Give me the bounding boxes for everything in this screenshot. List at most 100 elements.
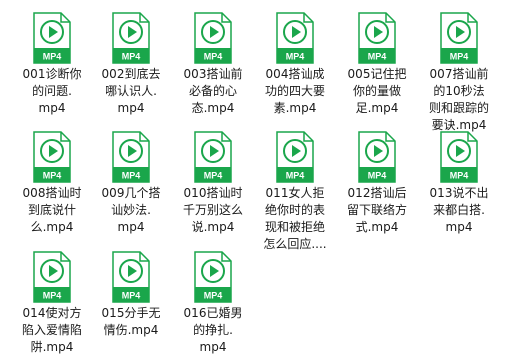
file-name-line: 说.mp4 bbox=[191, 220, 235, 234]
video-file-icon: MP4 bbox=[276, 12, 314, 64]
video-file-icon: MP4 bbox=[358, 131, 396, 183]
file-name-line: 到底说什 bbox=[27, 203, 76, 217]
file-name-line: 012搭讪后 bbox=[347, 186, 407, 200]
file-name-line: 你的量做 bbox=[352, 84, 401, 98]
mp4-badge: MP4 bbox=[368, 52, 387, 62]
file-name-line: 则和跟踪的 bbox=[428, 101, 489, 115]
file-item[interactable]: MP4 003搭讪前 必备的心态.mp4 bbox=[171, 6, 255, 122]
file-name-line: 情伤.mp4 bbox=[103, 323, 159, 337]
file-name: 008搭讪时 到底说什么.mp4 bbox=[10, 185, 94, 236]
file-name: 004搭讪成 功的四大要素.mp4 bbox=[253, 66, 337, 117]
video-file-icon: MP4 bbox=[440, 12, 478, 64]
video-file-icon: MP4 bbox=[276, 131, 314, 183]
mp4-badge: MP4 bbox=[122, 171, 141, 181]
file-item[interactable]: MP4 004搭讪成 功的四大要素.mp4 bbox=[253, 6, 337, 122]
mp4-badge: MP4 bbox=[122, 52, 141, 62]
file-name-line: 么.mp4 bbox=[30, 220, 74, 234]
file-name-line: 001诊断你 bbox=[22, 67, 82, 81]
file-name-line: 足.mp4 bbox=[355, 101, 399, 115]
file-name-line: 016已婚男 bbox=[183, 306, 243, 320]
file-name-line: 陷入爱情陷 bbox=[21, 323, 82, 337]
mp4-badge: MP4 bbox=[204, 52, 223, 62]
file-name-line: 002到底去 bbox=[101, 67, 161, 81]
mp4-badge: MP4 bbox=[204, 291, 223, 301]
file-name-line: 014使对方 bbox=[22, 306, 82, 320]
file-item[interactable]: MP4 015分手无 情伤.mp4 bbox=[89, 245, 173, 361]
file-name-line: 来都白搭. bbox=[433, 203, 485, 217]
file-item[interactable]: MP4 014使对方 陷入爱情陷阱.mp4 bbox=[10, 245, 94, 361]
file-item[interactable]: MP4 007搭讪前 的10秒法 则和跟踪的 要诀.mp4 bbox=[417, 6, 501, 132]
file-item[interactable]: MP4 002到底去 哪认识人. mp4 bbox=[89, 6, 173, 122]
file-name: 011女人拒 绝你时的表现和被拒绝怎么回应.... bbox=[253, 185, 337, 253]
file-name: 013说不出 来都白搭. mp4 bbox=[417, 185, 501, 236]
mp4-badge: MP4 bbox=[204, 171, 223, 181]
file-item[interactable]: MP4 010搭讪时 千万别这么说.mp4 bbox=[171, 125, 255, 241]
file-name-line: mp4 bbox=[117, 220, 145, 234]
file-item[interactable]: MP4 011女人拒 绝你时的表现和被拒绝怎么回应.... bbox=[253, 125, 337, 251]
video-file-icon: MP4 bbox=[194, 131, 232, 183]
file-name-line: 讪妙法. bbox=[111, 203, 151, 217]
mp4-badge: MP4 bbox=[286, 52, 305, 62]
video-file-icon: MP4 bbox=[33, 12, 71, 64]
mp4-badge: MP4 bbox=[43, 291, 62, 301]
file-item[interactable]: MP4 008搭讪时 到底说什么.mp4 bbox=[10, 125, 94, 241]
file-name-line: 的挣扎. bbox=[193, 323, 233, 337]
file-name: 015分手无 情伤.mp4 bbox=[89, 305, 173, 339]
file-name: 010搭讪时 千万别这么说.mp4 bbox=[171, 185, 255, 236]
mp4-badge: MP4 bbox=[450, 171, 469, 181]
video-file-icon: MP4 bbox=[194, 12, 232, 64]
file-name: 003搭讪前 必备的心态.mp4 bbox=[171, 66, 255, 117]
file-name-line: 素.mp4 bbox=[273, 101, 317, 115]
mp4-badge: MP4 bbox=[43, 171, 62, 181]
file-name: 001诊断你 的问题. mp4 bbox=[10, 66, 94, 117]
file-name-line: 现和被拒绝 bbox=[264, 220, 325, 234]
file-name-line: 004搭讪成 bbox=[265, 67, 325, 81]
file-name-line: mp4 bbox=[199, 340, 227, 354]
file-name-line: 留下联络方 bbox=[346, 203, 407, 217]
file-name-line: 态.mp4 bbox=[191, 101, 235, 115]
video-file-icon: MP4 bbox=[358, 12, 396, 64]
file-name-line: 式.mp4 bbox=[355, 220, 399, 234]
file-name: 012搭讪后 留下联络方式.mp4 bbox=[335, 185, 419, 236]
file-name-line: 哪认识人. bbox=[105, 84, 157, 98]
video-file-icon: MP4 bbox=[194, 251, 232, 303]
file-name: 005记住把 你的量做 足.mp4 bbox=[335, 66, 419, 117]
video-file-icon: MP4 bbox=[33, 131, 71, 183]
video-file-icon: MP4 bbox=[440, 131, 478, 183]
file-name-line: 的10秒法 bbox=[433, 84, 485, 98]
file-item[interactable]: MP4 001诊断你 的问题. mp4 bbox=[10, 6, 94, 122]
file-name: 007搭讪前 的10秒法 则和跟踪的 要诀.mp4 bbox=[417, 66, 501, 134]
file-name-line: 的问题. bbox=[32, 84, 72, 98]
file-name-line: 阱.mp4 bbox=[30, 340, 74, 354]
file-name-line: 011女人拒 bbox=[265, 186, 325, 200]
video-file-icon: MP4 bbox=[112, 12, 150, 64]
file-name-line: mp4 bbox=[117, 101, 145, 115]
file-name-line: 千万别这么 bbox=[182, 203, 243, 217]
file-item[interactable]: MP4 009几个搭 讪妙法. mp4 bbox=[89, 125, 173, 241]
file-name-line: mp4 bbox=[38, 101, 66, 115]
file-name-line: 功的四大要 bbox=[264, 84, 325, 98]
file-name: 014使对方 陷入爱情陷阱.mp4 bbox=[10, 305, 94, 356]
file-name-line: 007搭讪前 bbox=[429, 67, 489, 81]
mp4-badge: MP4 bbox=[286, 171, 305, 181]
file-name: 016已婚男 的挣扎. mp4 bbox=[171, 305, 255, 356]
file-name-line: 008搭讪时 bbox=[22, 186, 82, 200]
file-item[interactable]: MP4 013说不出 来都白搭. mp4 bbox=[417, 125, 501, 241]
file-item[interactable]: MP4 005记住把 你的量做 足.mp4 bbox=[335, 6, 419, 122]
video-file-icon: MP4 bbox=[112, 131, 150, 183]
file-name-line: mp4 bbox=[445, 220, 473, 234]
mp4-badge: MP4 bbox=[368, 171, 387, 181]
file-name: 002到底去 哪认识人. mp4 bbox=[89, 66, 173, 117]
file-name-line: 003搭讪前 bbox=[183, 67, 243, 81]
mp4-badge: MP4 bbox=[450, 52, 469, 62]
file-name-line: 绝你时的表 bbox=[264, 203, 325, 217]
file-name-line: 必备的心 bbox=[188, 84, 237, 98]
video-file-icon: MP4 bbox=[112, 251, 150, 303]
file-item[interactable]: MP4 016已婚男 的挣扎. mp4 bbox=[171, 245, 255, 361]
file-name-line: 010搭讪时 bbox=[183, 186, 243, 200]
file-name-line: 009几个搭 bbox=[101, 186, 161, 200]
video-file-icon: MP4 bbox=[33, 251, 71, 303]
file-item[interactable]: MP4 012搭讪后 留下联络方式.mp4 bbox=[335, 125, 419, 241]
file-name-line: 怎么回应.... bbox=[263, 237, 327, 251]
file-grid: MP4 001诊断你 的问题. mp4 MP4 002到底去 哪认识人. mp4 MP4 003搭… bbox=[0, 0, 529, 355]
